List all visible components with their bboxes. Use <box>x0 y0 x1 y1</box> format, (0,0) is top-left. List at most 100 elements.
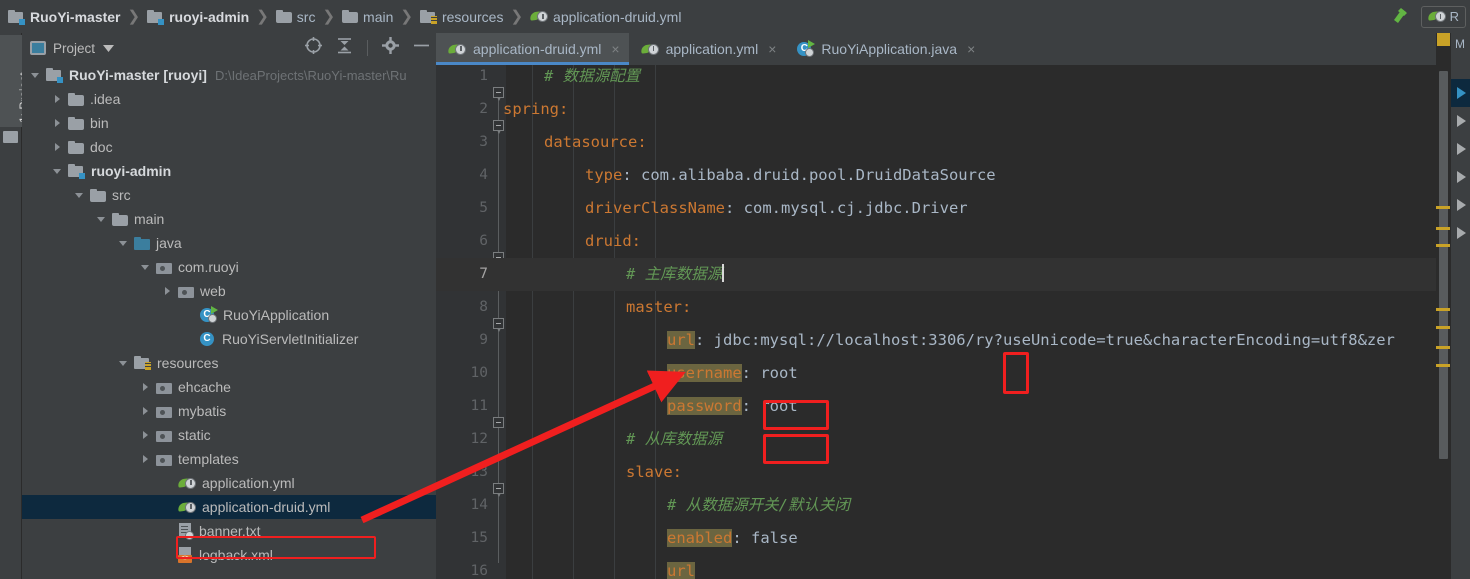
ant-tool-window[interactable] <box>1451 163 1470 191</box>
code-line[interactable]: 8 master: <box>436 291 1450 324</box>
tree-item-selected[interactable]: application-druid.yml <box>22 495 436 519</box>
tree-item[interactable]: C RuoYiApplication <box>22 303 436 327</box>
bean-validation-tool-window[interactable] <box>1451 219 1470 247</box>
code-line[interactable]: 13 slave: <box>436 456 1450 489</box>
project-tree[interactable]: RuoYi-master [ruoyi] D:\IdeaProjects\RuoY… <box>22 63 436 579</box>
scrollbar-thumb[interactable] <box>1439 71 1448 459</box>
code-line[interactable]: 11 password: root <box>436 390 1450 423</box>
locate-file-icon[interactable] <box>305 37 322 59</box>
run-configuration-selector[interactable]: R <box>1420 5 1466 28</box>
inspection-status-icon[interactable] <box>1437 33 1450 46</box>
structure-icon[interactable] <box>3 131 18 143</box>
chevron-down-icon[interactable] <box>138 264 152 270</box>
code-line[interactable]: 16 url <box>436 555 1450 579</box>
code-line[interactable]: 1 # 数据源配置 <box>436 65 1450 93</box>
package-icon <box>156 405 172 418</box>
line-number: 3 <box>479 134 488 150</box>
close-icon[interactable]: × <box>768 41 776 57</box>
code-line-current[interactable]: 7 # 主库数据源 <box>436 258 1450 291</box>
tree-item[interactable]: static <box>22 423 436 447</box>
chevron-down-icon[interactable] <box>116 240 130 246</box>
chevron-right-icon[interactable] <box>160 287 174 295</box>
chevron-down-icon[interactable] <box>116 360 130 366</box>
tree-item[interactable]: ehcache <box>22 375 436 399</box>
run-tool-window[interactable] <box>1451 79 1470 107</box>
code-editor[interactable]: 1 # 数据源配置 2 spring: 3 datasource: 4 type: com.a… <box>436 65 1450 579</box>
breadcrumb-item[interactable]: resources <box>419 0 503 33</box>
code-line[interactable]: 3 datasource: <box>436 126 1450 159</box>
close-icon[interactable]: × <box>967 41 975 57</box>
chevron-right-icon[interactable] <box>138 383 152 391</box>
tree-item[interactable]: RuoYi-master [ruoyi] D:\IdeaProjects\RuoY… <box>22 63 436 87</box>
breadcrumb-item[interactable]: src <box>275 0 316 33</box>
tree-item[interactable]: .idea <box>22 87 436 111</box>
collapse-all-icon[interactable] <box>336 37 353 59</box>
tree-item[interactable]: com.ruoyi <box>22 255 436 279</box>
module-folder-icon <box>68 164 85 179</box>
sidebar-item-project-tab[interactable]: 1: Project <box>0 35 31 127</box>
breadcrumb-item[interactable]: main <box>342 0 393 33</box>
tree-item[interactable]: doc <box>22 135 436 159</box>
code-line[interactable]: 10 username: root <box>436 357 1450 390</box>
breadcrumb-item-label: application-druid.yml <box>553 8 682 25</box>
code-line[interactable]: 6 druid: <box>436 225 1450 258</box>
code-line[interactable]: 4 type: com.alibaba.druid.pool.DruidDataS… <box>436 159 1450 192</box>
code-line[interactable]: 5 driverClassName: com.mysql.cj.jdbc.Driv… <box>436 192 1450 225</box>
folder-icon <box>275 10 292 23</box>
tree-item[interactable]: templates <box>22 447 436 471</box>
tree-item[interactable]: resources <box>22 351 436 375</box>
hammer-icon[interactable] <box>1389 6 1413 28</box>
chevron-right-icon[interactable] <box>50 95 64 103</box>
chevron-right-icon[interactable] <box>50 119 64 127</box>
chevron-down-icon[interactable] <box>103 39 115 57</box>
code-line[interactable]: 14 # 从数据源开关/默认关闭 <box>436 489 1450 522</box>
code-line-text: datasource: <box>544 126 647 159</box>
chevron-right-icon[interactable] <box>138 455 152 463</box>
tree-item[interactable]: ruoyi-admin <box>22 159 436 183</box>
code-line[interactable]: 9 url: jdbc:mysql://localhost:3306/ry?use… <box>436 324 1450 357</box>
code-line[interactable]: 2 spring: <box>436 93 1450 126</box>
code-lines[interactable]: 1 # 数据源配置 2 spring: 3 datasource: 4 type: com.a… <box>436 65 1450 579</box>
code-line-text: # 数据源配置 <box>544 65 640 93</box>
database-tool-window[interactable] <box>1451 135 1470 163</box>
tree-item[interactable]: C RuoYiServletInitializer <box>22 327 436 351</box>
tree-item[interactable]: java <box>22 231 436 255</box>
code-line[interactable]: 12 # 从库数据源 <box>436 423 1450 456</box>
breadcrumb-item-label: src <box>296 8 316 25</box>
tree-item[interactable]: bin <box>22 111 436 135</box>
maven-tool-window[interactable] <box>1451 107 1470 135</box>
editor-tab[interactable]: C RuoYiApplication.java × <box>785 33 984 65</box>
tree-item[interactable]: main <box>22 207 436 231</box>
settings-gear-icon[interactable] <box>382 37 399 59</box>
code-line-text: # 主库数据源 <box>626 258 725 291</box>
close-icon[interactable]: × <box>611 41 619 57</box>
breadcrumb-item[interactable]: application-druid.yml <box>529 0 682 33</box>
gradle-tool-window[interactable] <box>1451 191 1470 219</box>
chevron-down-icon[interactable] <box>72 192 86 198</box>
breadcrumb-item[interactable]: ruoyi-admin <box>147 0 249 33</box>
chevron-down-icon[interactable] <box>50 168 64 174</box>
chevron-down-icon[interactable] <box>28 72 42 78</box>
tree-item-label: logback.xml <box>199 547 273 563</box>
code-line-text: spring: <box>503 93 568 126</box>
code-line[interactable]: 15 enabled: false <box>436 522 1450 555</box>
tree-item[interactable]: web <box>22 279 436 303</box>
tree-item-label: application-druid.yml <box>202 499 331 515</box>
tree-item[interactable]: <> logback.xml <box>22 543 436 567</box>
editor-tab[interactable]: application.yml × <box>629 33 786 65</box>
editor-tab-active[interactable]: application-druid.yml × <box>436 33 629 65</box>
tree-item[interactable]: mybatis <box>22 399 436 423</box>
tree-item[interactable]: src <box>22 183 436 207</box>
breadcrumb-item[interactable]: RuoYi-master <box>8 0 121 33</box>
chevron-right-icon[interactable] <box>50 143 64 151</box>
code-line-text: type: com.alibaba.druid.pool.DruidDataSo… <box>585 159 996 192</box>
editor-scrollbar[interactable] <box>1436 33 1450 579</box>
chevron-right-icon[interactable] <box>138 407 152 415</box>
chevron-down-icon[interactable] <box>94 216 108 222</box>
tree-item[interactable]: application.yml <box>22 471 436 495</box>
hide-panel-icon[interactable] <box>413 37 430 59</box>
chevron-right-icon[interactable] <box>138 431 152 439</box>
yml-file-icon <box>447 42 466 57</box>
tree-item-label: application.yml <box>202 475 295 491</box>
tree-item[interactable]: banner.txt <box>22 519 436 543</box>
